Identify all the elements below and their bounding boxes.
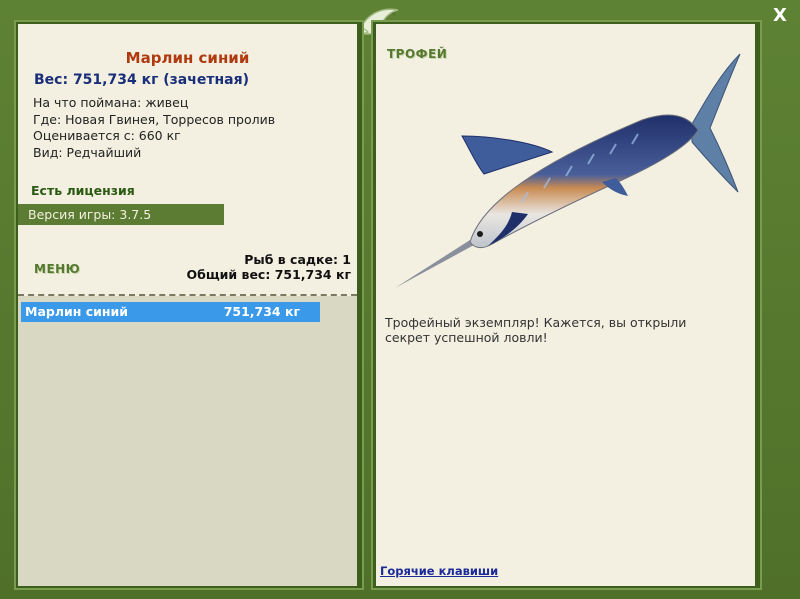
catch-location: Где: Новая Гвинея, Торресов пролив — [33, 111, 276, 127]
catch-bait: На что поймана: живец — [33, 95, 189, 110]
keepnet-total-weight: Общий вес: 751,734 кг — [186, 267, 352, 282]
catch-item-name: Марлин синий — [25, 304, 129, 319]
hotkeys-link[interactable]: Горячие клавиши — [380, 564, 498, 578]
keepnet-count: Рыб в садке: 1 — [244, 252, 351, 267]
game-version: Версия игры: 3.7.5 — [18, 204, 224, 225]
fish-name-title: Марлин синий — [125, 49, 250, 67]
trophy-message: Трофейный экземпляр! Кажется, вы открыли… — [385, 315, 687, 345]
scoring-threshold: Оценивается с: 660 кг — [33, 128, 181, 143]
catch-item-weight: 751,734 кг — [223, 304, 300, 319]
blue-marlin-illustration — [395, 53, 741, 288]
fish-rarity: Вид: Редчайший — [33, 144, 142, 160]
catch-list-area — [18, 296, 357, 586]
close-button[interactable]: X — [770, 6, 790, 26]
divider — [18, 294, 357, 296]
fish-details: На что поймана: живец Где: Новая Гвинея,… — [33, 95, 275, 161]
license-status: Есть лицензия — [31, 183, 135, 198]
fish-weight: Вес: 751,734 кг (зачетная) — [34, 72, 249, 88]
menu-button[interactable]: МЕНЮ — [34, 262, 80, 276]
keepnet-summary: Рыб в садке: 1 Общий вес: 751,734 кг — [187, 252, 352, 282]
catch-list-item[interactable]: Марлин синий 751,734 кг — [21, 302, 320, 322]
